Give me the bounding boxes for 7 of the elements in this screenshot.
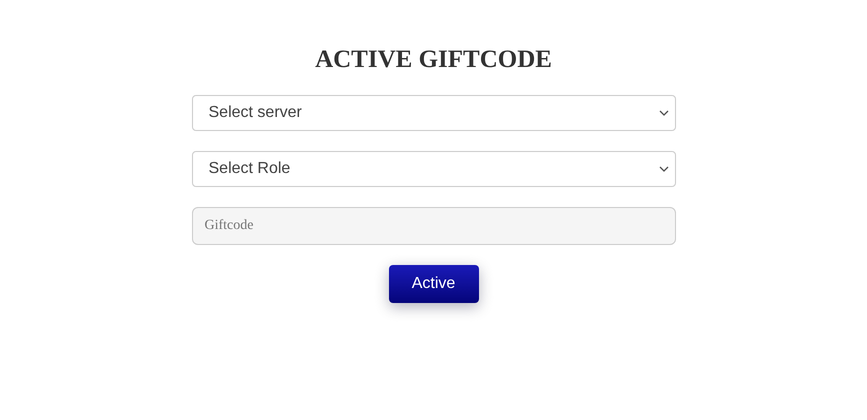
active-button[interactable]: Active	[388, 265, 478, 303]
dropdown-select[interactable]: Select server	[192, 95, 676, 131]
page-title: ACTIVE GIFTCODE	[315, 45, 552, 75]
giftcode-input[interactable]: Giftcode	[192, 207, 676, 245]
chevron-down-icon	[658, 166, 668, 172]
chevron-down-icon	[658, 110, 668, 116]
dropdown-select[interactable]: Select Role	[192, 151, 676, 187]
